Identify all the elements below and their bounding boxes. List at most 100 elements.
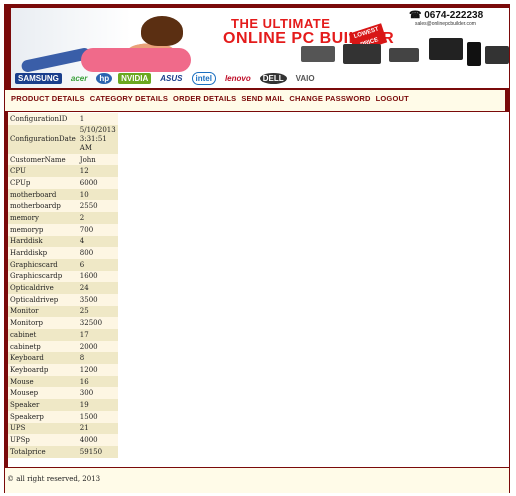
row-key: Mouse — [8, 375, 78, 388]
row-value: 19 — [77, 399, 118, 411]
row-key: memory — [8, 212, 78, 224]
footer-copyright: © all right reserved, 2013 — [7, 475, 101, 483]
row-value: 800 — [77, 247, 118, 259]
table-row: UPSp 4000 — [8, 434, 118, 446]
row-key: Keyboard — [8, 352, 78, 365]
table-row: motherboard 10 — [8, 188, 118, 201]
table-row: Harddisk 4 — [8, 235, 118, 248]
table-row: cabinet 17 — [8, 329, 118, 341]
row-value: 21 — [77, 422, 118, 435]
row-key: Monitor — [8, 305, 78, 318]
samsung-logo: SAMSUNG — [15, 72, 62, 84]
table-row: ConfigurationDate 5/10/2013 3:31:51 AM — [8, 124, 118, 154]
row-key: ConfigurationID — [8, 113, 78, 125]
row-value: 10 — [77, 188, 118, 201]
table-row: cabinetp 2000 — [8, 340, 118, 353]
row-key: motherboardp — [8, 200, 78, 213]
table-row: Opticaldrive 24 — [8, 282, 118, 294]
table-row: Mouse 16 — [8, 375, 118, 388]
row-value: 2 — [77, 212, 118, 224]
nav-category-details[interactable]: CATEGORY DETAILS — [90, 94, 168, 103]
row-value: 700 — [77, 223, 118, 236]
hp-logo: hp — [96, 72, 113, 84]
nav-product-details[interactable]: PRODUCT DETAILS — [11, 94, 85, 103]
banner-image: THE ULTIMATE ONLINE PC BUILDER ☎ 0674-22… — [11, 8, 509, 88]
row-value: 300 — [77, 387, 118, 400]
table-row: Opticaldrivep 3500 — [8, 293, 118, 306]
row-value: 59150 — [77, 445, 118, 458]
nav-send-mail[interactable]: SEND MAIL — [241, 94, 284, 103]
row-key: Opticaldrivep — [8, 293, 78, 306]
row-key: cabinet — [8, 329, 78, 341]
row-key: Speakerp — [8, 410, 78, 423]
row-key: memoryp — [8, 223, 78, 236]
row-key: Harddisk — [8, 235, 78, 248]
nav-logout[interactable]: LOGOUT — [376, 94, 409, 103]
row-key: motherboard — [8, 188, 78, 201]
table-row: Monitorp 32500 — [8, 317, 118, 329]
table-row: Mousep 300 — [8, 387, 118, 400]
row-key: Graphicscard — [8, 258, 78, 271]
main-nav: PRODUCT DETAILS CATEGORY DETAILS ORDER D… — [5, 90, 509, 112]
table-row: Speaker 19 — [8, 399, 118, 411]
banner-phone: ☎ 0674-222238 — [409, 10, 484, 21]
banner-email: sales@onlinepcbuilder.com — [415, 21, 476, 27]
table-row: Keyboard 8 — [8, 352, 118, 365]
row-key: CPU — [8, 165, 78, 178]
row-key: Harddiskp — [8, 247, 78, 259]
table-row: CustomerName John — [8, 153, 118, 166]
table-row: Totalprice 59150 — [8, 445, 118, 458]
lenovo-logo: lenovo — [224, 73, 251, 83]
table-row: CPUp 6000 — [8, 177, 118, 189]
page-frame: THE ULTIMATE ONLINE PC BUILDER ☎ 0674-22… — [4, 4, 510, 493]
row-value: 1 — [77, 113, 118, 125]
row-key: Speaker — [8, 399, 78, 411]
row-value: 1600 — [77, 270, 118, 283]
row-value: 8 — [77, 352, 118, 365]
row-value: 4000 — [77, 434, 118, 446]
row-key: UPS — [8, 422, 78, 435]
acer-logo: acer — [70, 73, 88, 83]
pc-products-illustration — [301, 38, 509, 68]
row-value: 32500 — [77, 317, 118, 329]
row-value: 5/10/2013 3:31:51 AM — [77, 124, 118, 154]
table-row: Harddiskp 800 — [8, 247, 118, 259]
table-row: memoryp 700 — [8, 223, 118, 236]
vaio-logo: VAIO — [295, 73, 315, 83]
footer: © all right reserved, 2013 — [5, 467, 509, 493]
row-value: 16 — [77, 375, 118, 388]
table-row: memory 2 — [8, 212, 118, 224]
intel-logo: intel — [191, 71, 216, 85]
table-row: Keyboardp 1200 — [8, 364, 118, 376]
table-row: Monitor 25 — [8, 305, 118, 318]
row-key: CPUp — [8, 177, 78, 189]
row-value: 2000 — [77, 340, 118, 353]
row-value: 12 — [77, 165, 118, 178]
dell-logo: DELL — [259, 72, 287, 84]
table-row: motherboardp 2550 — [8, 200, 118, 213]
row-key: ConfigurationDate — [8, 124, 78, 154]
table-row: ConfigurationID 1 — [8, 113, 118, 125]
table-row: Speakerp 1500 — [8, 410, 118, 423]
order-details-table: ConfigurationID 1 ConfigurationDate 5/10/2… — [8, 113, 118, 458]
nav-order-details[interactable]: ORDER DETAILS — [173, 94, 236, 103]
row-key: Totalprice — [8, 445, 78, 458]
row-key: cabinetp — [8, 340, 78, 353]
brand-logos-strip: SAMSUNG acer hp NVIDIA ASUS intel lenovo… — [11, 70, 509, 86]
row-value: 2550 — [77, 200, 118, 213]
row-key: Graphicscardp — [8, 270, 78, 283]
row-key: Opticaldrive — [8, 282, 78, 294]
row-value: 4 — [77, 235, 118, 248]
nav-change-password[interactable]: CHANGE PASSWORD — [289, 94, 370, 103]
row-key: Monitorp — [8, 317, 78, 329]
table-row: Graphicscardp 1600 — [8, 270, 118, 283]
table-row: Graphicscard 6 — [8, 258, 118, 271]
row-value: 6000 — [77, 177, 118, 189]
row-value: 25 — [77, 305, 118, 318]
row-value: 24 — [77, 282, 118, 294]
row-value: 6 — [77, 258, 118, 271]
row-value: 1200 — [77, 364, 118, 376]
table-row: UPS 21 — [8, 422, 118, 435]
row-value: 3500 — [77, 293, 118, 306]
row-key: CustomerName — [8, 153, 78, 166]
